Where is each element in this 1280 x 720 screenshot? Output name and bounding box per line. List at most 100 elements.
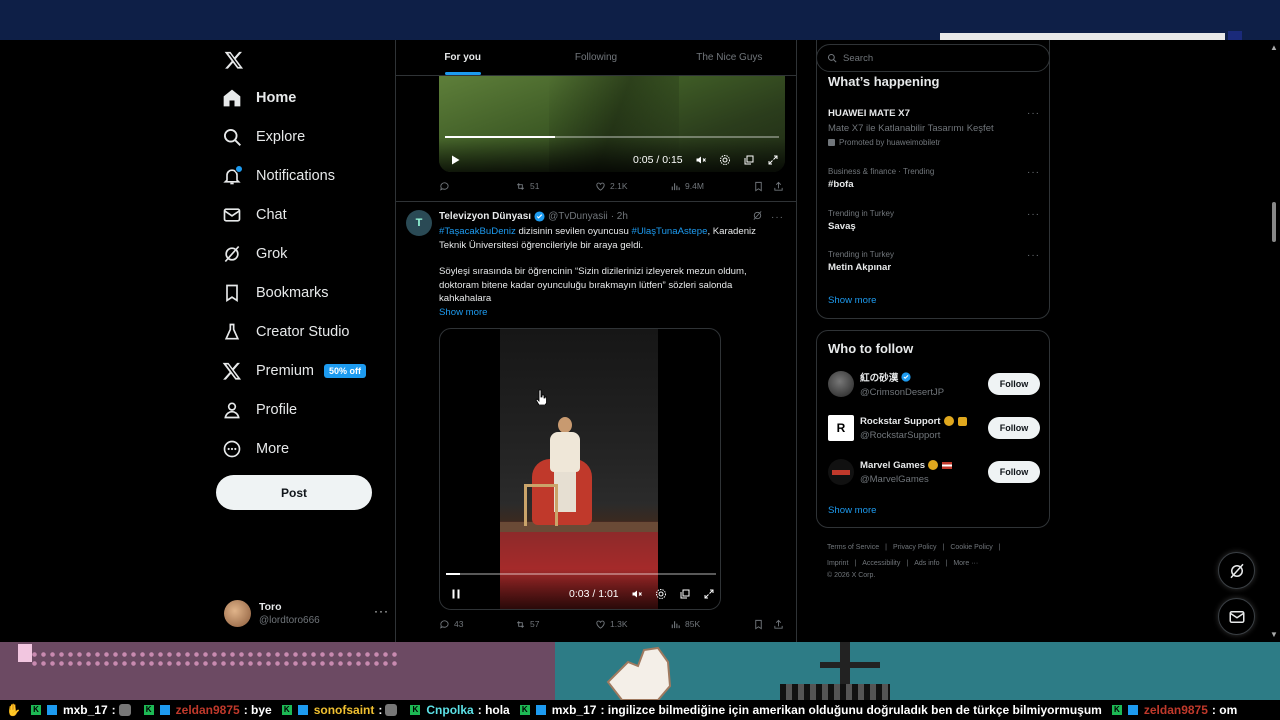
- settings-button[interactable]: [655, 588, 667, 600]
- tweet2[interactable]: T Televizyon Dünyası @TvDunyasii · 2h ··…: [396, 204, 796, 642]
- chat-message: : om: [1211, 703, 1238, 717]
- share-icon: [774, 181, 783, 191]
- promoted-trend[interactable]: HUAWEI MATE X7 Mate X7 ile Katlanabilir …: [828, 108, 1040, 147]
- footer-link[interactable]: Imprint: [827, 560, 848, 567]
- nav-item-profile[interactable]: Profile: [222, 396, 297, 424]
- tweet-text-part: dizisinin sevilen oyuncusu: [515, 226, 632, 237]
- follow-suggestion[interactable]: R Rockstar Support @RockstarSupport Foll…: [828, 413, 1040, 443]
- share-button[interactable]: [773, 619, 788, 630]
- account-switcher[interactable]: Toro @lordtoro666 ···: [224, 598, 389, 628]
- handle[interactable]: @TvDunyasii: [548, 211, 608, 222]
- tweet2-video[interactable]: 0:03 / 1:01: [439, 328, 721, 610]
- messages-fab-button[interactable]: [1218, 598, 1255, 635]
- display-name[interactable]: Televizyon Dünyası: [439, 211, 531, 222]
- tab-for-you[interactable]: For you: [396, 40, 529, 75]
- more-dots-icon[interactable]: ···: [1027, 209, 1040, 220]
- pause-button[interactable]: [450, 588, 462, 600]
- gear-icon: [719, 155, 730, 165]
- hashtag[interactable]: #TaşacakBuDeniz: [439, 226, 516, 237]
- nav-item-explore[interactable]: Explore: [222, 123, 305, 151]
- play-icon: [452, 155, 460, 165]
- trend-meta: Trending in Turkey: [828, 250, 894, 259]
- reply-button[interactable]: [439, 181, 454, 192]
- mute-icon: [632, 590, 642, 598]
- verified-badge-icon: [901, 371, 912, 383]
- views-button[interactable]: 9.4M: [670, 181, 704, 192]
- nav-item-notifications[interactable]: Notifications: [222, 162, 335, 190]
- nav-item-creator-studio[interactable]: Creator Studio: [222, 318, 350, 346]
- more-dots-icon[interactable]: ···: [771, 212, 784, 223]
- tab-the-nice-guys[interactable]: The Nice Guys: [663, 40, 796, 75]
- pip-button[interactable]: [679, 588, 691, 600]
- more-dots-icon[interactable]: ···: [1027, 250, 1040, 261]
- bookmark-button[interactable]: [753, 619, 768, 630]
- repost-button[interactable]: 51: [515, 181, 539, 192]
- gear-icon: [655, 589, 666, 599]
- settings-button[interactable]: [719, 154, 731, 166]
- more-dots-icon[interactable]: ···: [1027, 167, 1040, 178]
- follow-button[interactable]: Follow: [988, 373, 1040, 395]
- view-count: 85K: [685, 619, 701, 629]
- more-dots-icon[interactable]: ···: [1027, 108, 1040, 119]
- page-scrollbar[interactable]: ▲ ▼: [1268, 40, 1280, 642]
- video-progress-bar[interactable]: [445, 136, 779, 138]
- play-button[interactable]: [449, 154, 461, 166]
- hashtag[interactable]: #UlaşTunaAstepe: [632, 226, 708, 237]
- follow-button[interactable]: Follow: [988, 461, 1040, 483]
- trend-item[interactable]: Trending in Turkey Metin Akpınar ···: [828, 250, 1040, 273]
- pip-button[interactable]: [743, 154, 755, 166]
- footer-separator: |: [854, 560, 857, 567]
- pixel-pattern: [30, 650, 400, 668]
- footer-link[interactable]: Privacy Policy: [893, 544, 937, 551]
- scrollbar-thumb[interactable]: [1272, 202, 1276, 242]
- like-button[interactable]: 1.3K: [595, 619, 628, 630]
- follow-button[interactable]: Follow: [988, 417, 1040, 439]
- show-more-link[interactable]: Show more: [828, 505, 877, 516]
- nav-item-grok[interactable]: Grok: [222, 240, 287, 268]
- fullscreen-button[interactable]: [767, 154, 779, 166]
- footer-link[interactable]: Accessibility: [862, 560, 900, 567]
- nav-item-home[interactable]: Home: [222, 84, 296, 112]
- share-button[interactable]: [773, 181, 788, 192]
- video-progress-bar[interactable]: [446, 573, 716, 575]
- nav-item-more[interactable]: More: [222, 435, 289, 463]
- repost-icon: [516, 620, 525, 628]
- reply-button[interactable]: 43: [439, 619, 463, 630]
- trend-item[interactable]: Trending in Turkey Savaş ···: [828, 209, 1040, 232]
- fullscreen-button[interactable]: [703, 588, 715, 600]
- views-icon: [671, 182, 680, 190]
- bookmark-button[interactable]: [753, 181, 768, 192]
- x-logo-icon[interactable]: [224, 50, 244, 70]
- repost-button[interactable]: 57: [515, 619, 539, 630]
- footer-link[interactable]: More ···: [953, 560, 978, 567]
- follow-suggestion[interactable]: Marvel Games @MarvelGames Follow: [828, 457, 1040, 487]
- grok-fab-button[interactable]: [1218, 552, 1255, 589]
- tab-following[interactable]: Following: [529, 40, 662, 75]
- account-names: Toro @lordtoro666: [259, 601, 320, 626]
- views-button[interactable]: 85K: [670, 619, 700, 630]
- follow-suggestion[interactable]: 紅の砂漠 @CrimsonDesertJP Follow: [828, 369, 1040, 399]
- footer-link[interactable]: Terms of Service: [827, 544, 879, 551]
- show-more-link[interactable]: Show more: [828, 295, 877, 306]
- mute-button[interactable]: [695, 154, 707, 166]
- mute-button[interactable]: [631, 588, 643, 600]
- repost-count: 51: [530, 181, 540, 191]
- scroll-down-icon[interactable]: ▼: [1270, 630, 1278, 639]
- nav-item-premium[interactable]: Premium 50% off: [222, 357, 367, 385]
- video-time: 0:05 / 0:15: [633, 154, 683, 166]
- tweet1-video[interactable]: 0:05 / 0:15: [439, 76, 785, 172]
- footer-link[interactable]: Cookie Policy: [950, 544, 992, 551]
- grok-icon[interactable]: [752, 210, 763, 224]
- post-button[interactable]: Post: [216, 475, 372, 510]
- scroll-up-icon[interactable]: ▲: [1270, 43, 1278, 52]
- avatar[interactable]: T: [406, 210, 432, 236]
- kick-icon: K: [143, 705, 154, 715]
- nav-item-chat[interactable]: Chat: [222, 201, 287, 229]
- nav-item-bookmarks[interactable]: Bookmarks: [222, 279, 329, 307]
- show-more-link[interactable]: Show more: [439, 306, 784, 320]
- like-button[interactable]: 2.1K: [595, 181, 628, 192]
- trend-item[interactable]: Business & finance · Trending #bofa ···: [828, 167, 1040, 190]
- trend-name: Metin Akpınar: [828, 262, 892, 273]
- who-to-follow-panel: Who to follow 紅の砂漠 @CrimsonDesertJP Foll…: [816, 330, 1050, 528]
- footer-link[interactable]: Ads info: [914, 560, 939, 567]
